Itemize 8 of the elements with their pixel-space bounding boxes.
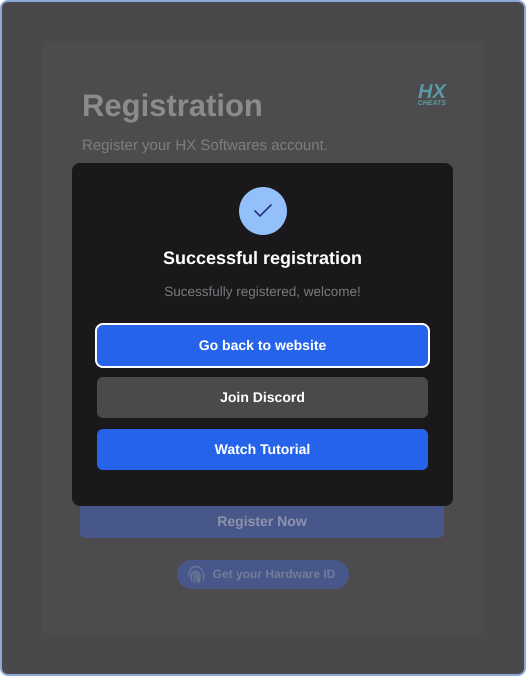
check-icon (238, 187, 286, 235)
dialog-title: Successful registration (162, 247, 364, 270)
primary-button[interactable]: Watch Tutorial (97, 429, 428, 470)
fingerprint-icon (186, 564, 205, 584)
primary-button[interactable]: Go back to website (97, 325, 428, 366)
dialog-message: Sucessfully registered, welcome! (163, 283, 362, 301)
secondary-button[interactable]: Join Discord (97, 377, 428, 418)
page-title: Registration (82, 90, 264, 121)
